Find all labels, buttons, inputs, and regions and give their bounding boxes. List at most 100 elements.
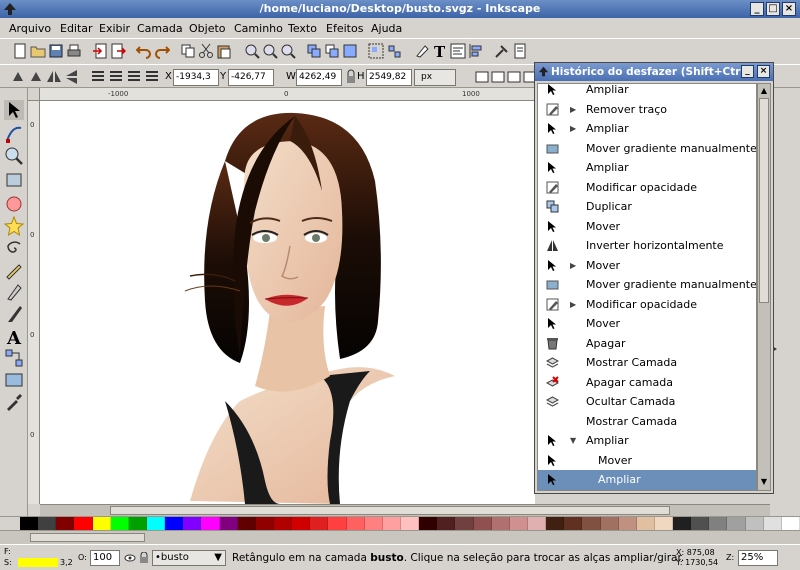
- palette-swatch[interactable]: [546, 517, 565, 530]
- palette-swatch[interactable]: [582, 517, 601, 530]
- palette-swatch[interactable]: [110, 517, 129, 530]
- move-gradient-icon[interactable]: [506, 69, 522, 85]
- palette-swatch[interactable]: [419, 517, 438, 530]
- palette-swatch[interactable]: [691, 517, 710, 530]
- unit-select[interactable]: px: [414, 69, 456, 86]
- history-item[interactable]: Mover gradiente manualmente: [538, 139, 756, 159]
- maximize-button[interactable]: □: [766, 2, 780, 16]
- undo-icon[interactable]: [136, 43, 152, 59]
- zoom-selection-icon[interactable]: [244, 43, 260, 59]
- palette-swatch[interactable]: [473, 517, 492, 530]
- paste-icon[interactable]: [216, 43, 232, 59]
- menu-camada[interactable]: Camada: [137, 22, 183, 35]
- palette-swatch[interactable]: [20, 517, 39, 530]
- palette-swatch[interactable]: [382, 517, 401, 530]
- selector-tool-icon[interactable]: [4, 100, 24, 120]
- palette-swatch[interactable]: [328, 517, 347, 530]
- menu-efeitos[interactable]: Efeitos: [326, 22, 363, 35]
- palette-swatch[interactable]: [455, 517, 474, 530]
- unlink-clone-icon[interactable]: [342, 43, 358, 59]
- history-item[interactable]: Mostrar Camada: [538, 353, 756, 373]
- eye-icon[interactable]: [124, 552, 136, 564]
- connector-tool-icon[interactable]: [4, 348, 24, 368]
- dialog-close-button[interactable]: ×: [757, 65, 770, 78]
- palette-swatch[interactable]: [92, 517, 111, 530]
- vertical-ruler[interactable]: 0 0 0 0: [28, 101, 40, 504]
- gradient-tool-icon[interactable]: [4, 370, 24, 390]
- portrait-artwork[interactable]: [40, 101, 535, 504]
- canvas-vertical-scrollbar[interactable]: [770, 88, 800, 516]
- history-item[interactable]: Inverter horizontalmente: [538, 236, 756, 256]
- align-distribute-icon[interactable]: [468, 43, 484, 59]
- scroll-up-icon[interactable]: ▲: [759, 86, 769, 96]
- history-item[interactable]: Ampliar: [538, 158, 756, 178]
- palette-swatch[interactable]: [654, 517, 674, 530]
- history-item[interactable]: Apagar: [538, 334, 756, 354]
- palette-swatch[interactable]: [292, 517, 311, 530]
- spiral-tool-icon[interactable]: [4, 238, 24, 258]
- palette-swatch[interactable]: [255, 517, 274, 530]
- scale-stroke-icon[interactable]: [474, 69, 490, 85]
- history-item[interactable]: Ampliar: [538, 470, 756, 490]
- history-list[interactable]: Ampliar ▶ Remover traço ▶ Ampliar Mover gradi…: [537, 83, 757, 491]
- fill-stroke-icon[interactable]: [414, 43, 430, 59]
- menu-arquivo[interactable]: Arquivo: [9, 22, 51, 35]
- pencil-tool-icon[interactable]: [4, 260, 24, 280]
- menu-texto[interactable]: Texto: [288, 22, 317, 35]
- lower-to-bottom-icon[interactable]: [144, 69, 160, 85]
- lower-icon[interactable]: [126, 69, 142, 85]
- palette-swatch[interactable]: [183, 517, 202, 530]
- export-icon[interactable]: [110, 43, 126, 59]
- flip-horizontal-icon[interactable]: [46, 69, 62, 85]
- rotate-cw-icon[interactable]: [28, 69, 44, 85]
- palette-swatch[interactable]: [74, 517, 93, 530]
- open-folder-icon[interactable]: [30, 43, 46, 59]
- x-field[interactable]: -1934,3: [173, 69, 219, 86]
- xml-editor-icon[interactable]: [450, 43, 466, 59]
- palette-swatch[interactable]: [491, 517, 510, 530]
- history-item[interactable]: Apagar camada: [538, 373, 756, 393]
- history-item[interactable]: Mover: [538, 217, 756, 237]
- palette-swatch[interactable]: [38, 517, 57, 530]
- history-item[interactable]: Duplicar: [538, 197, 756, 217]
- import-icon[interactable]: [92, 43, 108, 59]
- color-palette[interactable]: [0, 516, 800, 530]
- palette-swatch[interactable]: [727, 517, 746, 530]
- history-item[interactable]: Mover: [538, 451, 756, 471]
- history-item[interactable]: Modificar opacidade: [538, 178, 756, 198]
- history-item[interactable]: Ampliar: [538, 84, 756, 100]
- copy-icon[interactable]: [180, 43, 196, 59]
- history-scrollbar[interactable]: ▲ ▼: [757, 83, 771, 491]
- palette-swatch[interactable]: [165, 517, 184, 530]
- raise-to-top-icon[interactable]: [90, 69, 106, 85]
- expander-closed-icon[interactable]: ▶: [570, 105, 578, 114]
- menu-caminho[interactable]: Caminho: [234, 22, 283, 35]
- history-item[interactable]: ▶ Remover traço: [538, 100, 756, 120]
- cut-icon[interactable]: [198, 43, 214, 59]
- palette-swatch[interactable]: [219, 517, 238, 530]
- palette-swatch[interactable]: [273, 517, 293, 530]
- palette-swatch[interactable]: [781, 517, 800, 530]
- history-item[interactable]: Mostrar Camada: [538, 412, 756, 432]
- rectangle-tool-icon[interactable]: [4, 170, 24, 190]
- palette-swatch[interactable]: [763, 517, 782, 530]
- dropper-tool-icon[interactable]: [4, 392, 24, 412]
- horizontal-ruler[interactable]: -1000 0 1000: [40, 88, 535, 101]
- history-item[interactable]: Mover gradiente manualmente: [538, 275, 756, 295]
- palette-swatch[interactable]: [437, 517, 456, 530]
- text-tool-icon[interactable]: A: [4, 326, 24, 346]
- zoom-page-icon[interactable]: [280, 43, 296, 59]
- calligraphy-tool-icon[interactable]: [4, 304, 24, 324]
- expander-closed-icon[interactable]: ▶: [570, 261, 578, 270]
- palette-swatch[interactable]: [618, 517, 637, 530]
- close-button[interactable]: ×: [782, 2, 796, 16]
- width-field[interactable]: 4262,49: [296, 69, 342, 86]
- lock-icon[interactable]: [139, 552, 149, 564]
- zoom-field[interactable]: 25%: [738, 550, 778, 566]
- ungroup-icon[interactable]: [386, 43, 402, 59]
- document-properties-icon[interactable]: [512, 43, 528, 59]
- raise-icon[interactable]: [108, 69, 124, 85]
- scale-corners-icon[interactable]: [490, 69, 506, 85]
- zoom-drawing-icon[interactable]: [262, 43, 278, 59]
- ellipse-tool-icon[interactable]: [4, 194, 24, 214]
